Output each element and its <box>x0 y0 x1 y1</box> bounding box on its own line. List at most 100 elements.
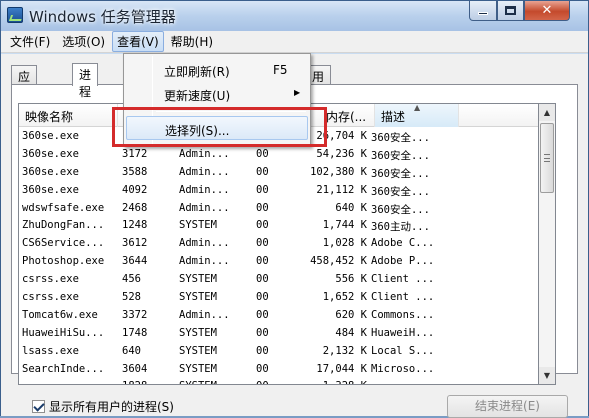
cell-memory: 102,380 K <box>310 165 367 178</box>
close-button[interactable]: ✕ <box>524 1 570 21</box>
cell-memory: 17,044 K <box>316 362 367 375</box>
cell-memory: 1,744 K <box>322 219 367 232</box>
table-row[interactable]: Photoshop.exe 3644 Admin... 00 458,452 K Adob… <box>19 253 538 271</box>
cell-image-name: csrss.exe <box>22 291 79 304</box>
table-row[interactable]: ZhuDongFan... 1248 SYSTEM 00 1,744 K 360主动... <box>19 217 538 235</box>
cell-description: 360安全... <box>371 203 430 216</box>
cell-user-name: SYSTEM <box>179 219 217 232</box>
cell-cpu: 00 <box>256 147 269 160</box>
menu-file[interactable]: 文件(F) <box>5 31 55 52</box>
table-row[interactable]: ... 1828SYSTEM 00 1,328 K... <box>19 378 538 384</box>
cell-memory: 1,652 K <box>322 291 367 304</box>
scroll-up-icon[interactable]: ▲ <box>539 104 555 121</box>
menu-refresh-now[interactable]: 立即刷新(R) F5 <box>126 58 308 82</box>
cell-description: 360主动... <box>371 221 430 234</box>
cell-memory: 1,328 K <box>281 380 367 384</box>
tab-processes[interactable]: 进程 <box>72 63 99 99</box>
table-row[interactable]: 360se.exe 3588 Admin... 00 102,380 K 360安全... <box>19 164 538 182</box>
table-row[interactable]: 360se.exe 4092 Admin... 00 21,112 K 360安全... <box>19 182 538 200</box>
cell-image-name: HuaweiHiSu... <box>22 326 105 339</box>
minimize-icon <box>478 12 488 15</box>
menu-help[interactable]: 帮助(H) <box>166 31 218 52</box>
cell-pid: 3372 <box>122 308 148 321</box>
cell-user-name: Admin... <box>179 308 230 321</box>
window-title: Windows 任务管理器 <box>29 8 176 26</box>
vertical-scrollbar[interactable]: ▲ ▼ <box>539 103 556 385</box>
minimize-button[interactable] <box>469 1 497 21</box>
menu-separator <box>156 111 306 112</box>
table-row[interactable]: SearchInde... 3604 SYSTEM 00 17,044 K Microso… <box>19 361 538 379</box>
cell-image-name: SearchInde... <box>22 362 105 375</box>
show-all-users-checkbox[interactable] <box>32 400 45 413</box>
cell-pid: 3172 <box>122 147 148 160</box>
table-row[interactable]: lsass.exe 640 SYSTEM 00 2,132 K Local S... <box>19 343 538 361</box>
cell-description: ... <box>371 380 443 384</box>
cell-description: 360安全... <box>371 167 430 180</box>
cell-cpu: 00 <box>256 219 269 232</box>
refresh-shortcut: F5 <box>273 63 288 77</box>
cell-image-name: ZhuDongFan... <box>22 219 105 232</box>
menu-bar: 文件(F) 选项(O) 查看(V) 帮助(H) <box>1 31 588 53</box>
cell-memory: 556 K <box>335 273 367 286</box>
view-menu-dropdown: 立即刷新(R) F5 更新速度(U) ▶ 选择列(S)... <box>123 53 311 147</box>
menu-select-columns[interactable]: 选择列(S)... <box>126 116 308 140</box>
cell-image-name: Tomcat6w.exe <box>22 308 98 321</box>
table-row[interactable]: HuaweiHiSu... 1748 SYSTEM 00 484 K HuaweiH... <box>19 325 538 343</box>
tab-applications[interactable]: 应用程序 <box>11 65 38 135</box>
cell-memory: 620 K <box>335 308 367 321</box>
cell-description: Local S... <box>371 344 435 357</box>
cell-description: Microso... <box>371 362 435 375</box>
maximize-icon <box>505 6 516 15</box>
scroll-down-icon[interactable]: ▼ <box>539 367 555 384</box>
cell-pid: 3644 <box>122 255 148 268</box>
cell-user-name: SYSTEM <box>179 291 217 304</box>
column-description-label: 描述 <box>381 110 406 124</box>
show-all-users-option[interactable]: 显示所有用户的进程(S) <box>32 398 174 415</box>
cell-pid: 3588 <box>122 165 148 178</box>
cell-cpu: 00 <box>256 165 269 178</box>
process-rows: 360se.exe 26,704 K 360安全... 360se.exe 3172 Ad… <box>19 128 538 384</box>
table-row[interactable]: csrss.exe 528 SYSTEM 00 1,652 K Client ... <box>19 289 538 307</box>
cell-description: HuaweiH... <box>371 326 435 339</box>
cell-cpu: 00 <box>256 183 269 196</box>
table-row[interactable]: Tomcat6w.exe 3372 Admin... 00 620 K Commons..… <box>19 307 538 325</box>
table-row[interactable]: CS6Service... 3612 Admin... 00 1,028 K Adobe … <box>19 235 538 253</box>
cell-cpu: 00 <box>256 255 269 268</box>
cell-description: 360安全... <box>371 132 430 144</box>
refresh-now-label: 立即刷新(R) <box>164 65 230 79</box>
column-image-name[interactable]: 映像名称 <box>19 104 118 127</box>
cell-pid: 456 <box>122 273 141 286</box>
menu-update-speed[interactable]: 更新速度(U) ▶ <box>126 82 308 106</box>
cell-memory: 484 K <box>335 326 367 339</box>
task-manager-window: Windows 任务管理器 ✕ 文件(F) 选项(O) 查看(V) 帮助(H) … <box>0 0 589 418</box>
cell-user-name: Admin... <box>179 201 230 214</box>
close-icon: ✕ <box>541 3 553 18</box>
cell-user-name: Admin... <box>179 165 230 178</box>
cell-user-name: SYSTEM <box>179 380 243 384</box>
column-description[interactable]: 描述 ▲ <box>375 104 459 127</box>
table-row[interactable]: wdswfsafe.exe 2468 Admin... 00 640 K 360安全... <box>19 200 538 218</box>
cell-pid: 1248 <box>122 219 148 232</box>
select-columns-label: 选择列(S)... <box>165 124 230 138</box>
submenu-arrow-icon: ▶ <box>294 88 301 97</box>
cell-image-name: 360se.exe <box>22 147 79 160</box>
cell-user-name: SYSTEM <box>179 326 217 339</box>
title-bar[interactable]: Windows 任务管理器 ✕ <box>1 1 588 31</box>
table-row[interactable]: 360se.exe 3172 Admin... 00 54,236 K 360安全... <box>19 146 538 164</box>
menu-options[interactable]: 选项(O) <box>57 31 110 52</box>
cell-cpu: 00 <box>256 291 269 304</box>
table-row[interactable]: csrss.exe 456 SYSTEM 00 556 K Client ... <box>19 271 538 289</box>
cell-user-name: Admin... <box>179 183 230 196</box>
bottom-bar: 显示所有用户的进程(S) 结束进程(E) <box>1 392 588 418</box>
cell-pid: 3604 <box>122 362 148 375</box>
cell-cpu: 00 <box>256 201 269 214</box>
cell-cpu: 00 <box>256 308 269 321</box>
cell-cpu: 00 <box>256 362 269 375</box>
menu-view[interactable]: 查看(V) <box>112 31 164 52</box>
scroll-thumb[interactable] <box>540 123 554 193</box>
end-process-button[interactable]: 结束进程(E) <box>447 395 568 418</box>
cell-description: Client ... <box>371 273 435 286</box>
cell-memory: 21,112 K <box>316 183 367 196</box>
maximize-button[interactable] <box>497 1 524 21</box>
cell-user-name: Admin... <box>179 237 230 250</box>
